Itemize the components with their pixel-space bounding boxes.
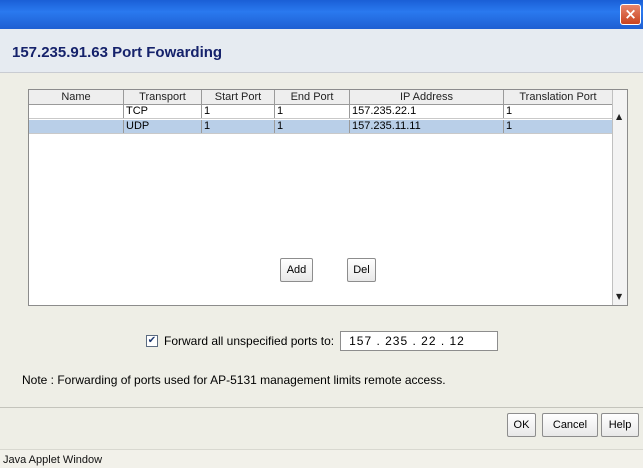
help-button[interactable]: Help: [601, 413, 639, 437]
forward-unspecified-row: ✔ Forward all unspecified ports to: 157 …: [146, 330, 499, 352]
table-row[interactable]: TCP 1 1 157.235.22.1 1: [29, 105, 612, 119]
ok-button[interactable]: OK: [507, 413, 536, 437]
table-row-selected[interactable]: UDP 1 1 157.235.11.11 1: [29, 120, 612, 134]
forward-all-label: Forward all unspecified ports to:: [164, 334, 335, 348]
footer-divider: [0, 407, 643, 408]
column-header-name[interactable]: Name: [29, 90, 124, 104]
forward-all-checkbox[interactable]: ✔: [146, 335, 158, 347]
column-header-end-port[interactable]: End Port: [275, 90, 350, 104]
close-icon[interactable]: ×: [620, 4, 641, 25]
table-cell-translation-port[interactable]: 1: [504, 105, 612, 118]
add-button[interactable]: Add: [280, 258, 313, 282]
scroll-up-arrow-icon[interactable]: ▲: [616, 112, 622, 121]
port-forwarding-table: Name Transport Start Port End Port IP Ad…: [28, 89, 628, 306]
table-cell-end-port[interactable]: 1: [275, 120, 350, 133]
table-scrollbar[interactable]: ▲ ▼: [612, 90, 627, 305]
column-header-transport[interactable]: Transport: [124, 90, 202, 104]
scroll-down-arrow-icon[interactable]: ▼: [616, 292, 622, 301]
status-text: Java Applet Window: [3, 454, 103, 466]
management-note: Note : Forwarding of ports used for AP-5…: [22, 373, 446, 387]
window-titlebar: ×: [0, 0, 643, 29]
column-header-start-port[interactable]: Start Port: [202, 90, 275, 104]
forward-ip-input[interactable]: 157 . 235 . 22 . 12: [340, 331, 499, 351]
table-cell-ip-address[interactable]: 157.235.11.11: [350, 120, 504, 133]
table-cell-ip-address[interactable]: 157.235.22.1: [350, 105, 504, 118]
table-cell-translation-port[interactable]: 1: [504, 120, 612, 133]
table-cell-start-port[interactable]: 1: [202, 120, 275, 133]
table-cell-start-port[interactable]: 1: [202, 105, 275, 118]
status-bar: Java Applet Window: [0, 449, 643, 468]
table-cell-transport[interactable]: TCP: [124, 105, 202, 118]
port-forwarding-dialog: 157.235.91.63 Port Fowarding Name Transp…: [0, 29, 643, 449]
table-cell-end-port[interactable]: 1: [275, 105, 350, 118]
table-cell-name[interactable]: [29, 105, 124, 118]
dialog-header: 157.235.91.63 Port Fowarding: [0, 29, 643, 73]
cancel-button[interactable]: Cancel: [542, 413, 598, 437]
table-header: Name Transport Start Port End Port IP Ad…: [29, 90, 612, 105]
table-cell-name[interactable]: [29, 120, 124, 133]
delete-button[interactable]: Del: [347, 258, 376, 282]
page-title: 157.235.91.63 Port Fowarding: [12, 44, 223, 61]
table-cell-transport[interactable]: UDP: [124, 120, 202, 133]
column-header-ip-address[interactable]: IP Address: [350, 90, 504, 104]
column-header-translation-port[interactable]: Translation Port: [504, 90, 612, 104]
